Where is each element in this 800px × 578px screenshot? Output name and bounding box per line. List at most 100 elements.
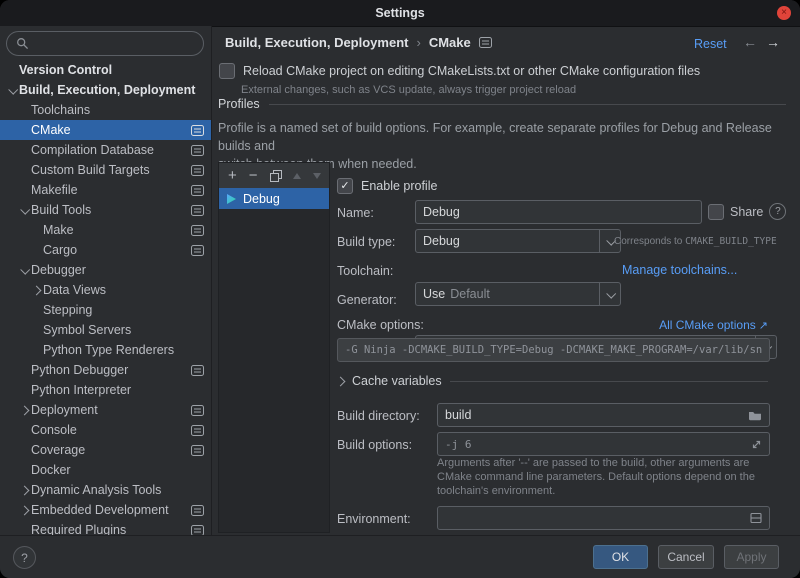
manage-toolchains-link[interactable]: Manage toolchains... — [622, 263, 737, 277]
build-options-input[interactable]: -j 6 — [437, 432, 770, 456]
breadcrumb-separator-icon: › — [416, 35, 420, 50]
sidebar-item-version-control[interactable]: Version Control — [0, 60, 211, 80]
reload-cmake-checkbox[interactable] — [219, 63, 235, 79]
sidebar-item-debugger[interactable]: Debugger — [0, 260, 211, 280]
project-settings-icon — [191, 405, 204, 416]
sidebar-item-cargo[interactable]: Cargo — [0, 240, 211, 260]
sidebar-item-label: Docker — [31, 463, 71, 477]
breadcrumb-item[interactable]: Build, Execution, Deployment — [225, 35, 408, 50]
project-settings-icon — [191, 425, 204, 436]
sidebar-item-label: Embedded Development — [31, 503, 169, 517]
sidebar-item-label: Make — [43, 223, 74, 237]
sidebar-item-compilation-database[interactable]: Compilation Database — [0, 140, 211, 160]
reset-link[interactable]: Reset — [694, 37, 727, 51]
share-label: Share — [730, 205, 763, 219]
sidebar-item-custom-build-targets[interactable]: Custom Build Targets — [0, 160, 211, 180]
chevron-right-icon[interactable] — [20, 505, 30, 515]
expand-icon[interactable] — [751, 439, 762, 450]
browse-environment-icon[interactable] — [750, 512, 762, 524]
separator-line — [269, 104, 786, 105]
sidebar-item-build-execution-deployment[interactable]: Build, Execution, Deployment — [0, 80, 211, 100]
enable-profile-label: Enable profile — [361, 179, 437, 193]
toolchain-select[interactable]: Use Default — [415, 282, 621, 306]
sidebar-item-label: Deployment — [31, 403, 98, 417]
close-icon: × — [781, 8, 787, 18]
sidebar-item-symbol-servers[interactable]: Symbol Servers — [0, 320, 211, 340]
sidebar-item-label: Coverage — [31, 443, 85, 457]
name-value: Debug — [423, 205, 460, 219]
sidebar-item-dynamic-analysis-tools[interactable]: Dynamic Analysis Tools — [0, 480, 211, 500]
cancel-button[interactable]: Cancel — [658, 545, 714, 569]
sidebar-item-label: Build, Execution, Deployment — [19, 83, 195, 97]
apply-button[interactable]: Apply — [724, 545, 779, 569]
breadcrumb-item: CMake — [429, 35, 471, 50]
project-settings-icon — [479, 37, 492, 48]
environment-label: Environment: — [337, 512, 411, 526]
build-type-hint-prefix: Corresponds to — [614, 236, 685, 247]
profiles-toolbar: + − — [219, 163, 329, 189]
folder-icon[interactable] — [748, 410, 762, 421]
move-up-button[interactable] — [293, 173, 301, 179]
chevron-down-icon[interactable] — [20, 204, 30, 214]
profiles-list: Debug — [219, 188, 329, 532]
all-cmake-options-link[interactable]: All CMake options ↗ — [659, 318, 768, 332]
copy-profile-button[interactable] — [270, 170, 281, 181]
sidebar-item-toolchains[interactable]: Toolchains — [0, 100, 211, 120]
chevron-right-icon[interactable] — [20, 405, 30, 415]
remove-profile-button[interactable]: − — [249, 168, 258, 183]
sidebar-item-label: Debugger — [31, 263, 86, 277]
sidebar-item-python-type-renderers[interactable]: Python Type Renderers — [0, 340, 211, 360]
name-input[interactable]: Debug — [415, 200, 702, 224]
enable-profile-row: ✓ Enable profile — [337, 178, 437, 194]
move-down-button[interactable] — [313, 173, 321, 179]
sidebar-item-stepping[interactable]: Stepping — [0, 300, 211, 320]
sidebar-item-makefile[interactable]: Makefile — [0, 180, 211, 200]
close-button[interactable]: × — [777, 6, 791, 20]
profile-list-item[interactable]: Debug — [219, 188, 329, 209]
sidebar-item-deployment[interactable]: Deployment — [0, 400, 211, 420]
sidebar-item-cmake[interactable]: CMake — [0, 120, 211, 140]
sidebar-item-label: Dynamic Analysis Tools — [31, 483, 161, 497]
chevron-down-icon[interactable] — [20, 264, 30, 274]
sidebar-item-data-views[interactable]: Data Views — [0, 280, 211, 300]
project-settings-icon — [191, 245, 204, 256]
sidebar-item-label: Symbol Servers — [43, 323, 131, 337]
settings-search-input[interactable] — [6, 31, 204, 56]
cmake-options-input[interactable]: -G Ninja -DCMAKE_BUILD_TYPE=Debug -DCMAK… — [337, 338, 770, 362]
sidebar-item-label: Stepping — [43, 303, 92, 317]
footer: ? OK Cancel Apply — [0, 535, 800, 578]
cache-variables-label: Cache variables — [352, 374, 442, 388]
toolchain-value-secondary: Default — [450, 287, 490, 301]
share-help-icon[interactable]: ? — [769, 203, 786, 220]
chevron-down-icon[interactable] — [8, 84, 18, 94]
sidebar-item-python-interpreter[interactable]: Python Interpreter — [0, 380, 211, 400]
sidebar-item-embedded-development[interactable]: Embedded Development — [0, 500, 211, 520]
breadcrumb: Build, Execution, Deployment › CMake — [225, 35, 492, 50]
sidebar-item-make[interactable]: Make — [0, 220, 211, 240]
sidebar-item-coverage[interactable]: Coverage — [0, 440, 211, 460]
help-button[interactable]: ? — [13, 546, 36, 569]
build-directory-input[interactable]: build — [437, 403, 770, 427]
ok-button[interactable]: OK — [593, 545, 648, 569]
sidebar-item-python-debugger[interactable]: Python Debugger — [0, 360, 211, 380]
chevron-right-icon[interactable] — [20, 485, 30, 495]
sidebar-item-build-tools[interactable]: Build Tools — [0, 200, 211, 220]
chevron-right-icon — [336, 376, 346, 386]
share-checkbox[interactable] — [708, 204, 724, 220]
sidebar-item-docker[interactable]: Docker — [0, 460, 211, 480]
project-settings-icon — [191, 225, 204, 236]
sidebar-item-console[interactable]: Console — [0, 420, 211, 440]
build-type-label: Build type: — [337, 235, 395, 249]
project-settings-icon — [191, 525, 204, 536]
sidebar-item-required-plugins[interactable]: Required Plugins — [0, 520, 211, 536]
profiles-section-header: Profiles — [218, 97, 786, 111]
build-type-select[interactable]: Debug — [415, 229, 621, 253]
add-profile-button[interactable]: + — [228, 168, 237, 183]
cache-variables-section[interactable]: Cache variables — [337, 374, 768, 388]
forward-arrow-icon[interactable]: → — [766, 34, 780, 50]
sidebar-item-label: Compilation Database — [31, 143, 154, 157]
chevron-right-icon[interactable] — [32, 285, 42, 295]
back-arrow-icon[interactable]: ← — [743, 34, 757, 50]
enable-profile-checkbox[interactable]: ✓ — [337, 178, 353, 194]
environment-input[interactable] — [437, 506, 770, 530]
